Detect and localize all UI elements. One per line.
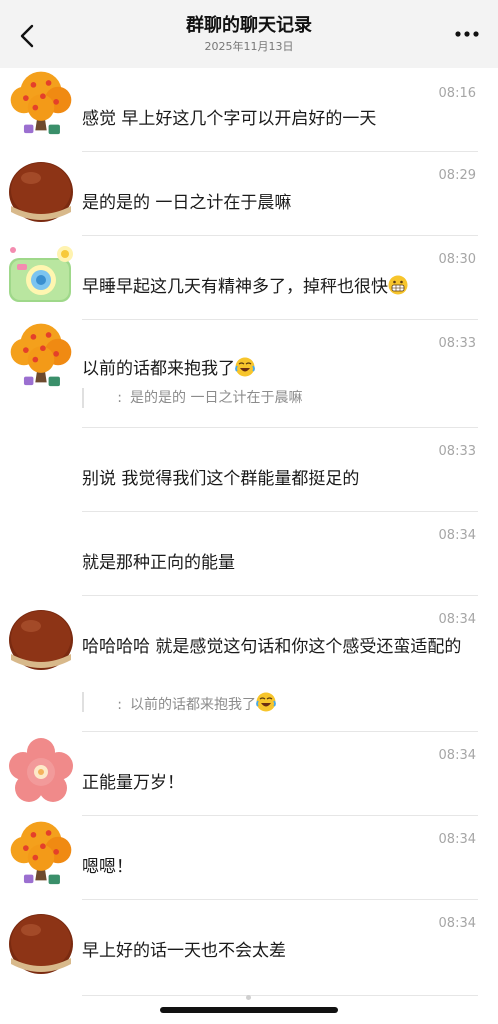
message-row[interactable]: 08:33 别说 我觉得我们这个群能量都挺足的	[0, 428, 498, 512]
message-time: 08:30	[438, 252, 476, 267]
message-row[interactable]: 08:29 是的是的 一日之计在于晨嘛	[0, 152, 498, 236]
message-time: 08:34	[438, 612, 476, 627]
message-row[interactable]: 08:16 感觉 早上好这几个字可以开启好的一天	[0, 68, 498, 152]
message-row[interactable]: 08:34 早上好的话一天也不会太差	[0, 900, 498, 996]
message-row[interactable]: 08:34 哈哈哈哈 就是感觉这句话和你这个感受还蛮适配的 : 以前的话都来抱我了	[0, 596, 498, 732]
camera-avatar[interactable]	[5, 238, 77, 310]
message-time: 08:34	[438, 528, 476, 543]
header-title-block: 群聊的聊天记录 2025年11月13日	[0, 14, 498, 54]
home-indicator[interactable]	[160, 1007, 338, 1013]
message-text: 早上好的话一天也不会太差	[82, 941, 286, 961]
message-row[interactable]: 08:34 正能量万岁！	[0, 732, 498, 816]
message-row[interactable]: 08:34 嗯嗯！	[0, 816, 498, 900]
scroll-indicator	[246, 995, 251, 1000]
message-text: 感觉 早上好这几个字可以开启好的一天	[82, 109, 377, 129]
chestnut-avatar[interactable]	[5, 152, 77, 224]
message-text: 是的是的 一日之计在于晨嘛	[82, 193, 292, 213]
ellipsis-icon[interactable]	[454, 28, 480, 40]
chestnut-avatar[interactable]	[5, 904, 77, 976]
message-list[interactable]: 08:16 感觉 早上好这几个字可以开启好的一天 08:29 是的是的 一日之计…	[0, 68, 498, 998]
message-time: 08:34	[438, 748, 476, 763]
message-text: 以前的话都来抱我了	[82, 356, 480, 383]
message-text: 嗯嗯！	[82, 857, 133, 877]
tree-avatar[interactable]	[5, 68, 77, 136]
message-time: 08:16	[438, 86, 476, 101]
message-time: 08:33	[438, 336, 476, 351]
message-text: 就是那种正向的能量	[82, 553, 235, 573]
chestnut-avatar[interactable]	[5, 600, 77, 672]
chat-history-header: 群聊的聊天记录 2025年11月13日	[0, 0, 498, 68]
laugh-tears-icon	[235, 357, 255, 377]
message-row[interactable]: 08:34 就是那种正向的能量	[0, 512, 498, 596]
message-time: 08:34	[438, 916, 476, 931]
quoted-message[interactable]: : 是的是的 一日之计在于晨嘛	[82, 388, 458, 408]
page-date: 2025年11月13日	[204, 40, 294, 53]
message-row[interactable]: 08:33 以前的话都来抱我了 : 是的是的 一日之计在于晨嘛	[0, 320, 498, 428]
message-text: 哈哈哈哈 就是感觉这句话和你这个感受还蛮适配的	[82, 637, 462, 657]
tree-avatar[interactable]	[5, 316, 77, 388]
grin-icon	[388, 275, 408, 295]
laugh-tears-icon	[256, 692, 276, 712]
message-time: 08:34	[438, 832, 476, 847]
message-text: 早睡早起这几天有精神多了，掉秤也很快	[82, 274, 480, 301]
message-text: 正能量万岁！	[82, 773, 184, 793]
message-row[interactable]: 08:30 早睡早起这几天有精神多了，掉秤也很快	[0, 236, 498, 320]
flower-avatar[interactable]	[5, 734, 77, 806]
message-time: 08:33	[438, 444, 476, 459]
message-time: 08:29	[438, 168, 476, 183]
tree-avatar[interactable]	[5, 814, 77, 886]
quoted-message[interactable]: : 以前的话都来抱我了	[82, 692, 458, 713]
page-title: 群聊的聊天记录	[186, 15, 312, 36]
message-text: 别说 我觉得我们这个群能量都挺足的	[82, 469, 360, 489]
row-divider	[82, 995, 478, 996]
